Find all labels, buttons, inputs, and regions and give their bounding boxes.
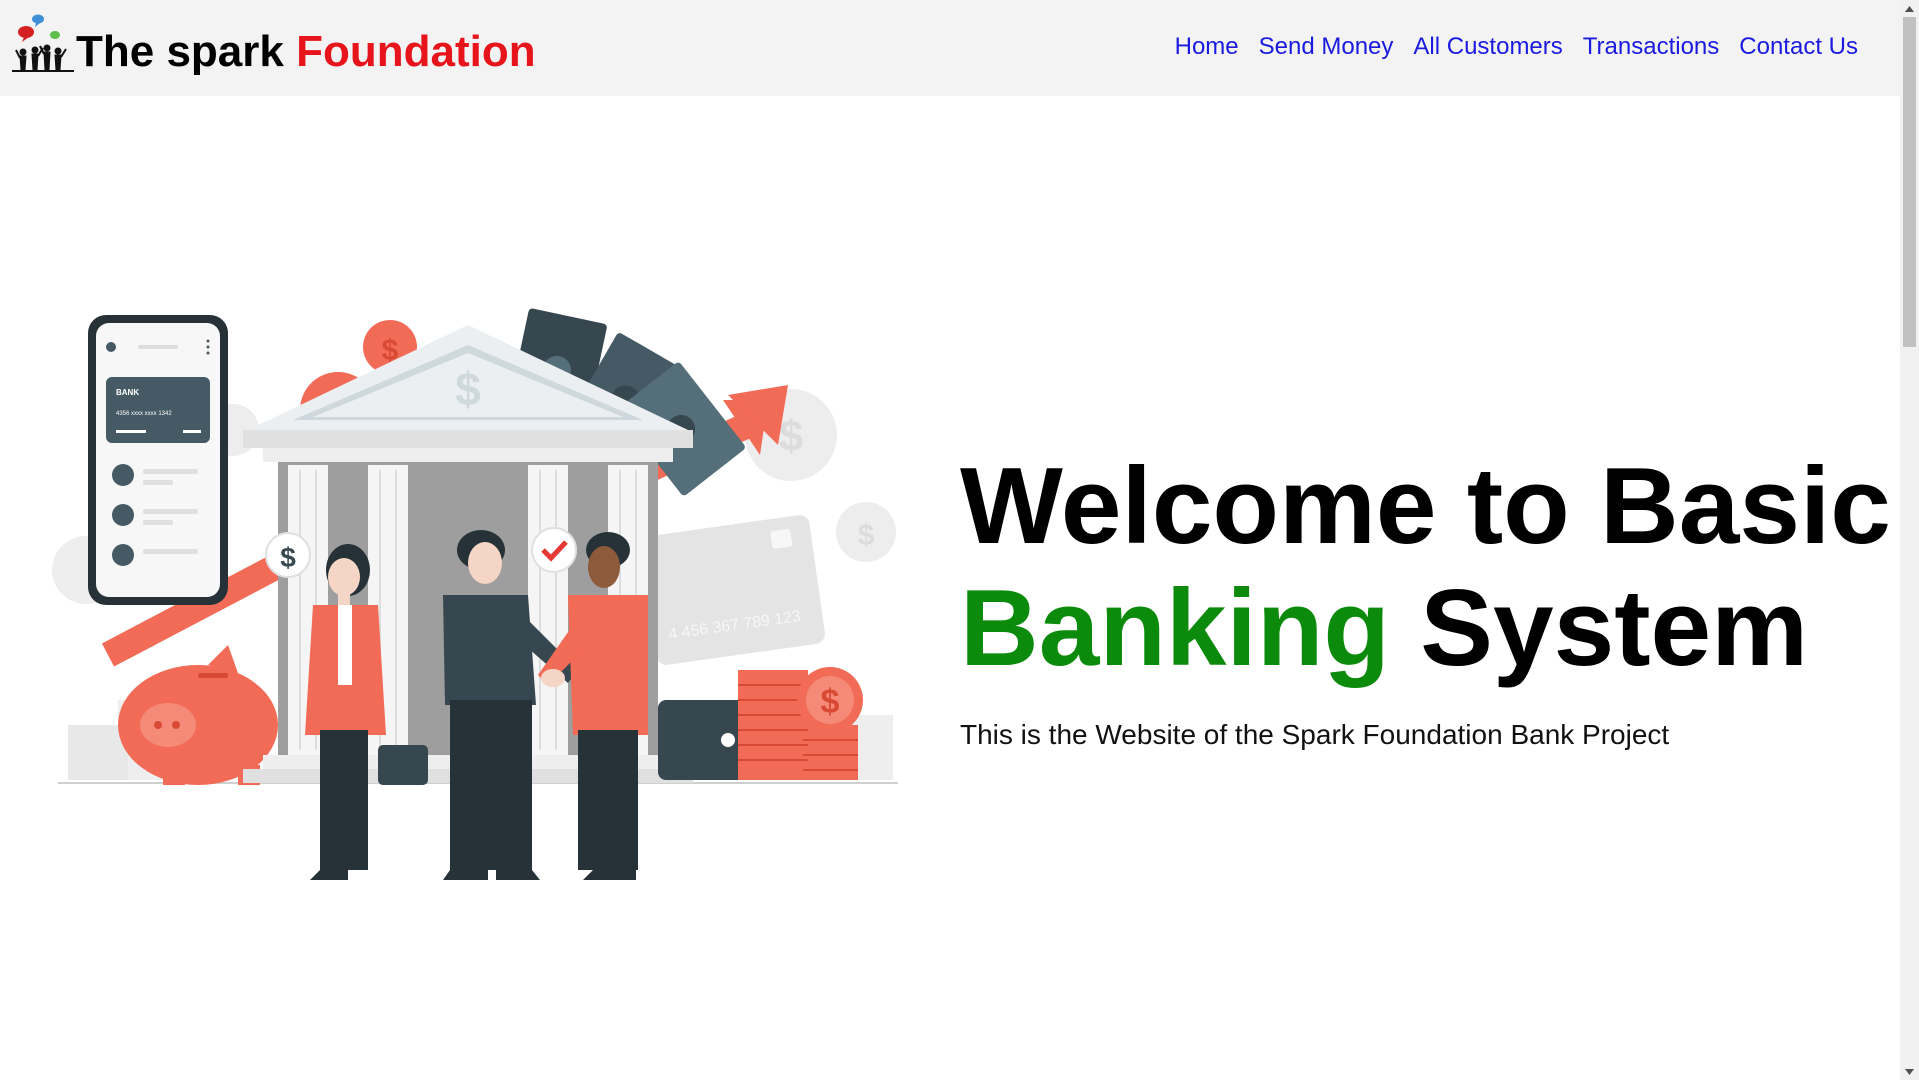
hero-title: Welcome to Basic Banking System <box>960 445 1891 689</box>
hero-text: Welcome to Basic Banking System This is … <box>960 445 1891 751</box>
svg-text:$: $ <box>779 412 803 461</box>
svg-text:$: $ <box>455 363 481 415</box>
illustration-card-number-short: 4356 xxxx xxxx 1342 <box>116 411 172 417</box>
page: The spark Foundation Home Send Money All… <box>0 0 1919 1080</box>
hero-title-highlight: Banking <box>960 567 1390 689</box>
svg-text:$: $ <box>821 683 840 721</box>
nav-link-all-customers[interactable]: All Customers <box>1413 33 1562 61</box>
nav-link-contact-us[interactable]: Contact Us <box>1739 33 1858 61</box>
illustration-card-label: BANK <box>116 388 139 397</box>
banking-handshake-illustration-icon: $ $ $ $ 4 456 367 789 123 <box>52 308 898 880</box>
hero-title-rest: System <box>1390 567 1809 689</box>
nav-links: Home Send Money All Customers Transactio… <box>1175 33 1858 61</box>
scroll-down-arrow-icon[interactable] <box>1900 1063 1919 1080</box>
navbar: The spark Foundation Home Send Money All… <box>0 0 1900 96</box>
brand-name: The spark Foundation <box>76 30 536 74</box>
nav-link-transactions[interactable]: Transactions <box>1583 33 1720 61</box>
nav-link-home[interactable]: Home <box>1175 33 1239 61</box>
vertical-scrollbar[interactable] <box>1900 0 1919 1080</box>
nav-link-send-money[interactable]: Send Money <box>1259 33 1394 61</box>
svg-text:$: $ <box>280 542 296 573</box>
people-speech-bubbles-logo-icon <box>12 14 74 72</box>
scrollbar-thumb[interactable] <box>1903 17 1916 347</box>
hero-title-line1: Welcome to Basic <box>960 445 1891 567</box>
svg-text:$: $ <box>858 519 875 552</box>
hero-subtitle: This is the Website of the Spark Foundat… <box>960 719 1670 750</box>
brand-name-part1: The spark <box>76 27 297 76</box>
scroll-up-arrow-icon[interactable] <box>1900 0 1919 17</box>
brand-name-part2: Foundation <box>296 27 536 76</box>
brand-link[interactable]: The spark Foundation <box>10 10 536 76</box>
